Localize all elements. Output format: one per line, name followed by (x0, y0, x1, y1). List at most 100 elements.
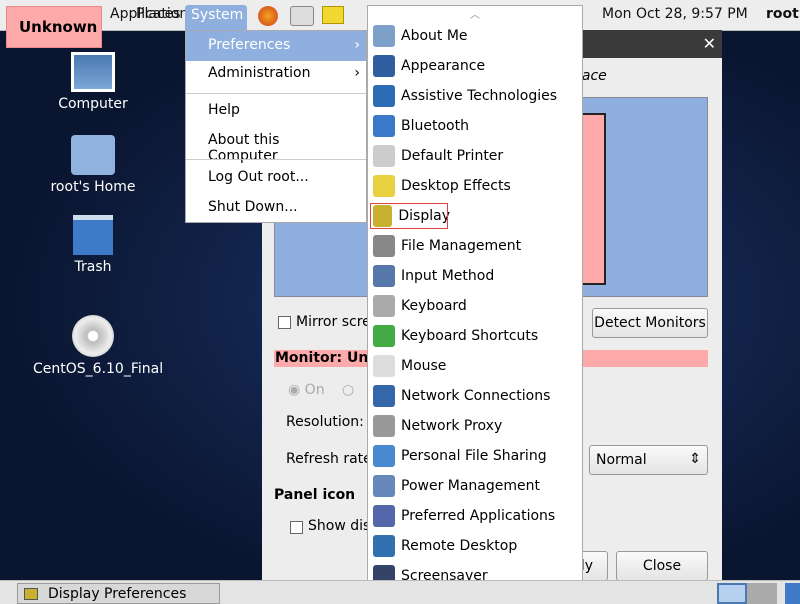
system-menu[interactable]: System (185, 5, 247, 31)
keyboard-shortcuts-icon (373, 325, 395, 347)
pref-item-assistive-technologies[interactable]: Assistive Technologies (368, 81, 582, 111)
user-menu[interactable]: root (766, 6, 799, 22)
close-icon[interactable]: ✕ (703, 34, 716, 53)
chevron-right-icon: › (354, 37, 360, 53)
show-label: Show dis (308, 518, 371, 534)
pref-item-network-proxy[interactable]: Network Proxy (368, 411, 582, 441)
bottom-panel: Display Preferences (0, 580, 800, 604)
pref-item-default-printer[interactable]: Default Printer (368, 141, 582, 171)
about-me-icon (373, 25, 395, 47)
desktop-trash[interactable]: Trash (33, 215, 153, 275)
display-icon (24, 587, 38, 600)
assistive-technologies-icon (373, 85, 395, 107)
dvd-icon (72, 315, 114, 357)
on-radio[interactable]: ◉ On (288, 382, 325, 398)
detect-monitors-button[interactable]: Detect Monitors (592, 308, 708, 338)
menu-item-administration[interactable]: Administration › (186, 59, 366, 89)
desktop-dvd[interactable]: CentOS_6.10_Final (33, 315, 163, 377)
pref-item-about-me[interactable]: About Me (368, 21, 582, 51)
pref-item-label: Bluetooth (401, 118, 469, 134)
menu-item-about[interactable]: About this Computer (186, 126, 366, 164)
menu-item-help[interactable]: Help (186, 96, 366, 126)
menu-item-preferences[interactable]: Preferences › (186, 31, 366, 61)
pref-item-label: Default Printer (401, 148, 504, 164)
display-icon (373, 205, 393, 227)
personal-file-sharing-icon (373, 445, 395, 467)
firefox-icon[interactable] (258, 6, 278, 26)
taskbar-window-button[interactable]: Display Preferences (17, 583, 220, 604)
panel-icon-heading: Panel icon (274, 487, 356, 503)
spinner-icon: ⇕ (689, 451, 701, 467)
mail-clock-icon[interactable] (290, 6, 314, 26)
pref-item-keyboard[interactable]: Keyboard (368, 291, 582, 321)
preferences-submenu: ︿ About Me Appearance Assistive Technologi… (367, 5, 583, 604)
show-checkbox[interactable] (290, 521, 303, 534)
scroll-up-icon[interactable]: ︿ (368, 6, 582, 21)
pref-item-network-connections[interactable]: Network Connections (368, 381, 582, 411)
mirror-checkbox[interactable] (278, 316, 291, 329)
file-management-icon (373, 235, 395, 257)
pref-item-label: Keyboard Shortcuts (401, 328, 539, 344)
workspace-1[interactable] (717, 583, 747, 604)
input-method-icon (373, 265, 395, 287)
pref-item-label: Network Proxy (401, 418, 503, 434)
default-printer-icon (373, 145, 395, 167)
desktop-label: CentOS_6.10_Final (33, 361, 164, 377)
pref-item-label: Desktop Effects (401, 178, 511, 194)
chevron-right-icon: › (354, 65, 360, 81)
pref-item-label: File Management (401, 238, 522, 254)
home-folder-icon (71, 135, 115, 175)
network-proxy-icon (373, 415, 395, 437)
pref-item-remote-desktop[interactable]: Remote Desktop (368, 531, 582, 561)
mouse-icon (373, 355, 395, 377)
unknown-label: Unknown (6, 6, 102, 48)
pref-item-label: Assistive Technologies (401, 88, 558, 104)
desktop-home[interactable]: root's Home (33, 135, 153, 195)
pref-item-label: Remote Desktop (401, 538, 518, 554)
desktop-computer[interactable]: Computer (33, 52, 153, 112)
pref-item-label: Network Connections (401, 388, 551, 404)
separator (186, 159, 366, 160)
close-button[interactable]: Close (616, 551, 708, 581)
network-connections-icon (373, 385, 395, 407)
pref-item-desktop-effects[interactable]: Desktop Effects (368, 171, 582, 201)
trash-applet-icon[interactable] (785, 583, 800, 604)
workspace-2[interactable] (747, 583, 777, 604)
desktop-label: Computer (58, 96, 128, 112)
computer-icon (71, 52, 115, 92)
pref-item-personal-file-sharing[interactable]: Personal File Sharing (368, 441, 582, 471)
keyboard-icon (373, 295, 395, 317)
menu-item-shutdown[interactable]: Shut Down... (186, 193, 366, 223)
preferred-applications-icon (373, 505, 395, 527)
pref-item-appearance[interactable]: Appearance (368, 51, 582, 81)
pref-item-label: Personal File Sharing (401, 448, 547, 464)
resolution-label: Resolution: (286, 414, 364, 430)
trash-icon (73, 215, 113, 255)
desktop-label: root's Home (50, 179, 136, 195)
pref-item-label: Keyboard (401, 298, 467, 314)
notes-icon[interactable] (322, 6, 344, 24)
clock[interactable]: Mon Oct 28, 9:57 PM (602, 6, 748, 22)
pref-item-label: Preferred Applications (401, 508, 556, 524)
pref-item-display[interactable]: Display (368, 201, 450, 231)
pref-item-preferred-applications[interactable]: Preferred Applications (368, 501, 582, 531)
desktop-effects-icon (373, 175, 395, 197)
places-menu[interactable]: Places (136, 6, 181, 22)
pref-item-label: Display (398, 208, 450, 224)
pref-item-power-management[interactable]: Power Management (368, 471, 582, 501)
power-management-icon (373, 475, 395, 497)
bluetooth-icon (373, 115, 395, 137)
pref-item-mouse[interactable]: Mouse (368, 351, 582, 381)
pref-item-label: Appearance (401, 58, 486, 74)
pref-item-keyboard-shortcuts[interactable]: Keyboard Shortcuts (368, 321, 582, 351)
pref-item-file-management[interactable]: File Management (368, 231, 582, 261)
desktop-label: Trash (74, 259, 112, 275)
pref-item-bluetooth[interactable]: Bluetooth (368, 111, 582, 141)
rotation-select[interactable]: Normal ⇕ (589, 445, 708, 475)
pref-item-input-method[interactable]: Input Method (368, 261, 582, 291)
mirror-label: Mirror scre (296, 314, 371, 330)
pref-item-label: Power Management (401, 478, 541, 494)
pref-item-label: About Me (401, 28, 468, 44)
menu-item-logout[interactable]: Log Out root... (186, 163, 366, 193)
off-radio[interactable]: ○ (342, 382, 354, 398)
